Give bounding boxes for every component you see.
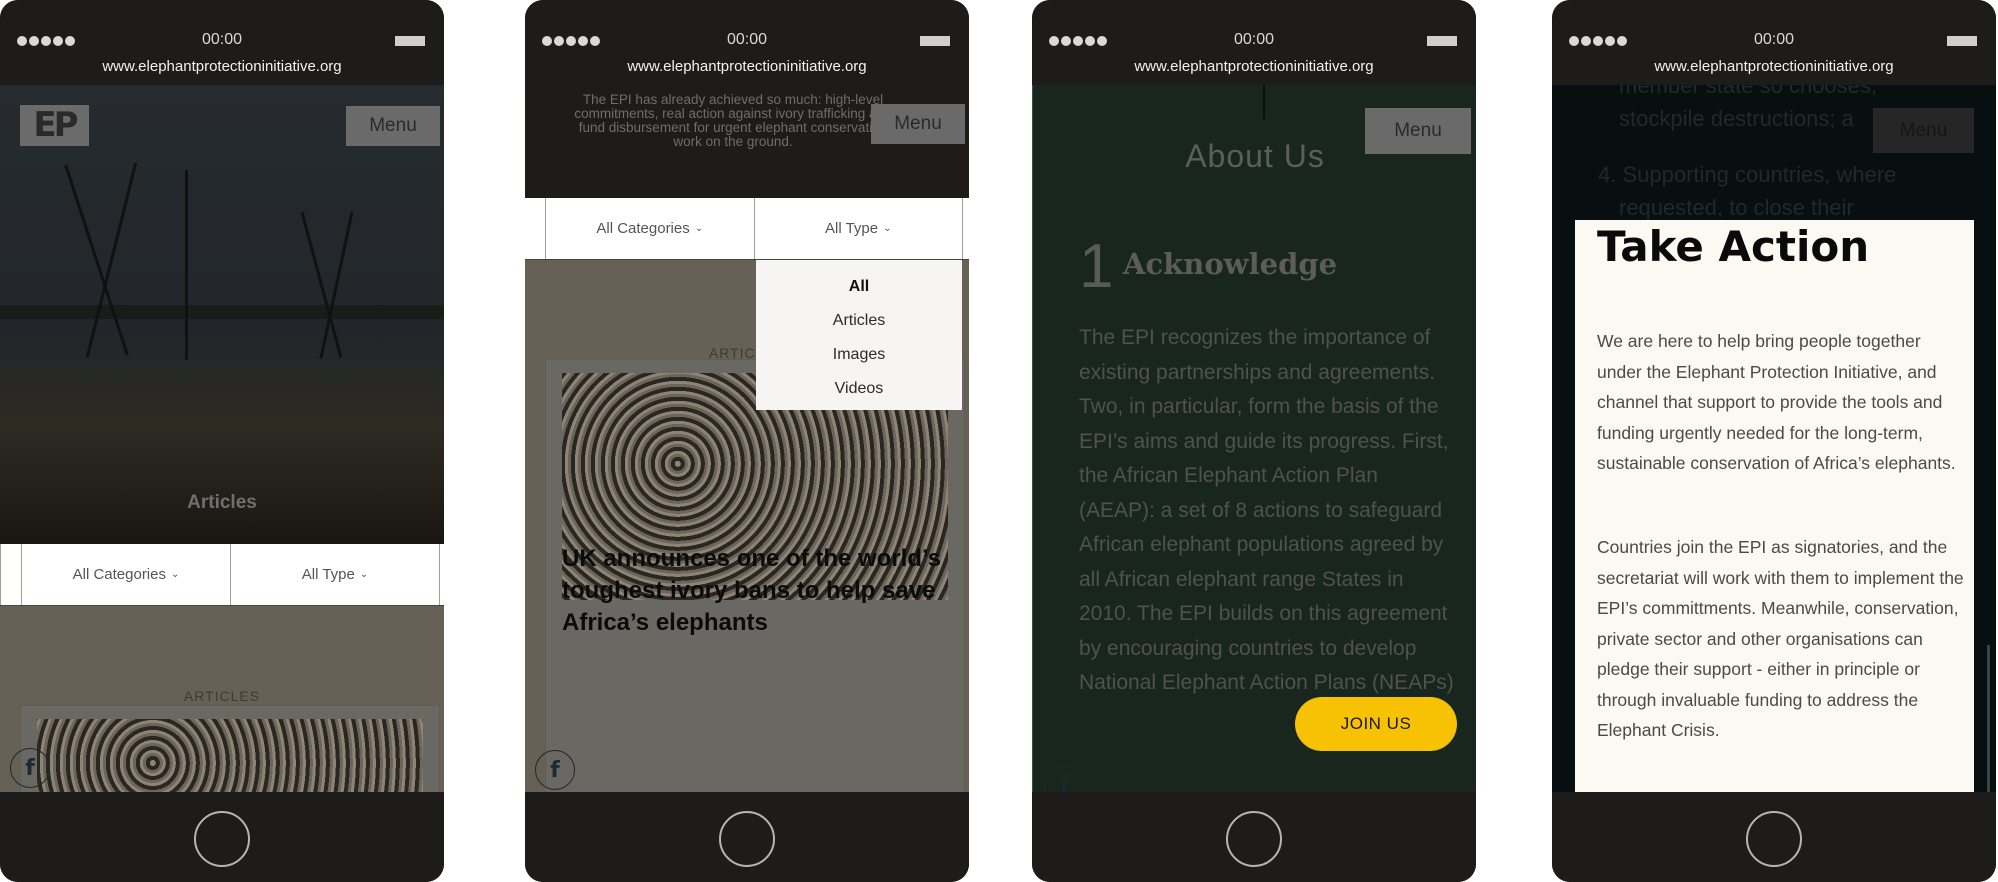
article-headline[interactable]: UK announces one of the world’s toughest… — [562, 543, 952, 639]
category-filter-dropdown[interactable]: All Categories ⌄ — [545, 198, 754, 259]
take-action-panel: Take Action We are here to help bring pe… — [1575, 220, 1974, 792]
background-text: member state so chooses, — [1619, 85, 1878, 98]
step-body: The EPI recognizes the importance of exi… — [1079, 326, 1454, 694]
page-content: member state so chooses, stockpile destr… — [1552, 85, 1996, 792]
chevron-down-icon: ⌄ — [359, 569, 369, 580]
filter-bar: All Categories ⌄ All Type ⌄ — [0, 544, 444, 606]
battery-icon — [395, 36, 425, 46]
facebook-icon[interactable]: f — [535, 750, 575, 790]
battery-icon — [1947, 36, 1977, 46]
phone-articles: 00:00 www.elephantprotectioninitiative.o… — [0, 0, 444, 882]
type-filter-dropdown[interactable]: All Type ⌄ — [753, 198, 963, 259]
status-bar: 00:00 www.elephantprotectioninitiative.o… — [1552, 0, 1996, 85]
filter-spacer — [963, 198, 969, 259]
phone-take-action: 00:00 www.elephantprotectioninitiative.o… — [1552, 0, 1996, 882]
filter-bar: All Categories ⌄ All Type ⌄ — [525, 198, 969, 260]
filter-spacer — [0, 544, 21, 605]
clock: 00:00 — [1233, 31, 1275, 48]
background-text: 4. Supporting countries, where — [1598, 162, 1897, 187]
step-number: 1 — [1079, 232, 1114, 301]
divider-line — [1263, 85, 1265, 119]
dropdown-option-images[interactable]: Images — [756, 338, 962, 372]
bottom-bar — [0, 792, 444, 882]
clock: 00:00 — [201, 31, 243, 48]
article-card[interactable] — [20, 705, 440, 792]
category-filter-label: All Categories — [72, 566, 166, 583]
facebook-icon[interactable]: f — [10, 748, 50, 788]
tree-silhouette — [64, 164, 129, 356]
filter-spacer — [525, 198, 545, 259]
type-filter-label: All Type — [301, 566, 355, 583]
chevron-down-icon: ⌄ — [171, 569, 180, 580]
panel-paragraph: We are here to help bring people togethe… — [1597, 331, 1956, 473]
bottom-bar — [1032, 792, 1476, 882]
address-bar[interactable]: www.elephantprotectioninitiative.org — [525, 58, 969, 75]
panel-title: Take Action — [1597, 222, 1870, 271]
bottom-bar — [1552, 792, 1996, 882]
battery-icon — [920, 36, 950, 46]
address-bar[interactable]: www.elephantprotectioninitiative.org — [1032, 58, 1476, 75]
menu-button[interactable]: Menu — [346, 106, 440, 146]
article-image — [37, 719, 423, 792]
filter-spacer — [440, 544, 444, 605]
home-button[interactable] — [1226, 811, 1282, 867]
status-bar: 00:00 www.elephantprotectioninitiative.o… — [0, 0, 444, 85]
menu-button[interactable]: Menu — [1365, 108, 1471, 154]
page-content: The EPI has already achieved so much: hi… — [525, 85, 969, 792]
menu-button[interactable]: Menu — [1873, 108, 1974, 153]
dropdown-option-videos[interactable]: Videos — [756, 372, 962, 406]
bottom-bar — [525, 792, 969, 882]
step-title: Acknowledge — [1123, 247, 1338, 281]
chevron-down-icon: ⌄ — [883, 223, 892, 234]
panel-paragraph: Countries join the EPI as signatories, a… — [1597, 537, 1964, 740]
category-filter-dropdown[interactable]: All Categories ⌄ — [21, 544, 230, 605]
type-dropdown-menu: All Articles Images Videos — [756, 260, 962, 410]
home-button[interactable] — [194, 811, 250, 867]
type-filter-label: All Type — [825, 220, 879, 237]
hero-image: EP Articles — [0, 85, 444, 544]
type-filter-dropdown[interactable]: All Type ⌄ — [230, 544, 440, 605]
clock: 00:00 — [726, 31, 768, 48]
scrollbar[interactable] — [1987, 645, 1990, 792]
category-filter-label: All Categories — [596, 220, 690, 237]
hero-horizon — [0, 305, 444, 319]
dropdown-option-articles[interactable]: Articles — [756, 304, 962, 338]
battery-icon — [1427, 36, 1457, 46]
home-button[interactable] — [719, 811, 775, 867]
address-bar[interactable]: www.elephantprotectioninitiative.org — [1552, 58, 1996, 75]
articles-section: ARTICLES — [0, 606, 444, 792]
hero-title: Articles — [187, 492, 257, 513]
status-bar: 00:00 www.elephantprotectioninitiative.o… — [1032, 0, 1476, 85]
section-label: ARTICLES — [183, 688, 261, 704]
address-bar[interactable]: www.elephantprotectioninitiative.org — [0, 58, 444, 75]
menu-button[interactable]: Menu — [871, 104, 965, 144]
tree-silhouette — [185, 170, 188, 361]
tree-silhouette — [85, 163, 138, 358]
phone-articles-dropdown: 00:00 www.elephantprotectioninitiative.o… — [525, 0, 969, 882]
status-bar: 00:00 www.elephantprotectioninitiative.o… — [525, 0, 969, 85]
about-section: About Us 1 Acknowledge The EPI recognize… — [1032, 85, 1476, 792]
page-content: About Us 1 Acknowledge The EPI recognize… — [1032, 85, 1476, 792]
hero-text: The EPI has already achieved so much: hi… — [574, 92, 892, 149]
join-us-button[interactable]: JOIN US — [1295, 697, 1457, 751]
chevron-down-icon: ⌄ — [694, 223, 704, 234]
background-text: stockpile destructions; a — [1619, 106, 1854, 131]
dropdown-option-all[interactable]: All — [756, 270, 962, 304]
ep-logo[interactable]: EP — [20, 105, 89, 146]
clock: 00:00 — [1753, 31, 1795, 48]
page-content: EP Articles Menu All Categories ⌄ All Typ… — [0, 85, 444, 792]
phone-about-us: 00:00 www.elephantprotectioninitiative.o… — [1032, 0, 1476, 882]
home-button[interactable] — [1746, 811, 1802, 867]
